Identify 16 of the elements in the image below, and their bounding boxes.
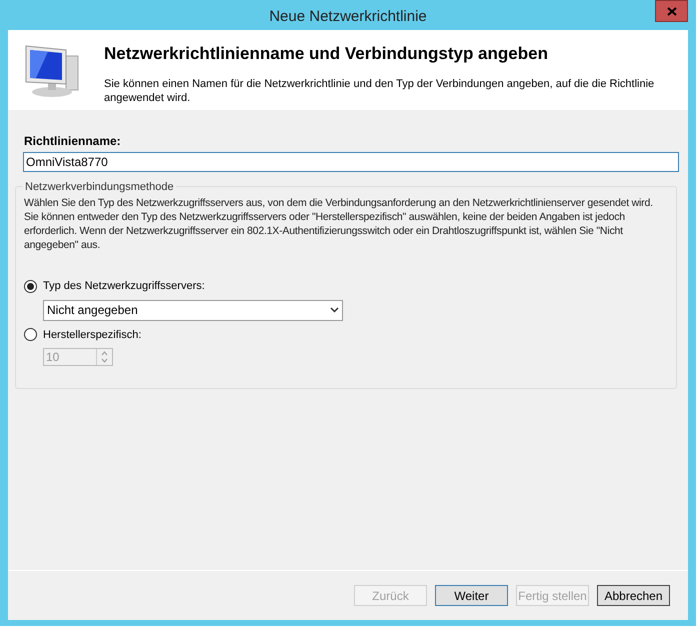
server-type-dropdown[interactable]: Nicht angegeben	[43, 300, 343, 320]
policy-name-field[interactable]: OmniVista8770	[23, 152, 679, 172]
field-label: Richtlinienname:	[24, 133, 122, 150]
page-description: Sie können einen Namen für die Netzwerkrichtlinie und den Typ der Verbindungen angeben, auf die die Richtlinie angewendet wird.	[104, 76, 656, 104]
close-icon	[666, 6, 676, 16]
wizard-button[interactable]: Weiter	[435, 585, 508, 606]
chevron-down-icon	[330, 307, 339, 313]
window-title: Neue Netzwerkrichtlinie	[269, 7, 427, 27]
group-description: Wählen Sie den Typ des Netzwerkzugriffsservers aus, von dem die Verbindungsanforderung an den Netzwerkrichtlinienserver gesendet wird. Sie können entweder den Typ des Netzwerkzugriffsservers oder "Herstellerspezifisch" auswählen, keine der beiden Angaben ist jedoch erforderlich. Wenn der Netzwerkzugriffsserver ein 802.1X-Authentifizierungsswitch oder ein Drahtloszugriffspunkt ist, wählen Sie "Nicht angegeben" aus.	[24, 196, 654, 252]
radio-label: Herstellerspezifisch:	[43, 328, 142, 342]
radio-button[interactable]	[24, 280, 37, 293]
wizard-button[interactable]: Abbrechen	[597, 585, 670, 606]
page-title: Netzwerkrichtlinienname und Verbindungstyp angeben	[104, 43, 549, 65]
radio-label: Typ des Netzwerkzugriffsservers:	[43, 279, 205, 294]
close-button[interactable]	[655, 0, 688, 22]
group-title: Netzwerkverbindungsmethode	[23, 179, 176, 196]
